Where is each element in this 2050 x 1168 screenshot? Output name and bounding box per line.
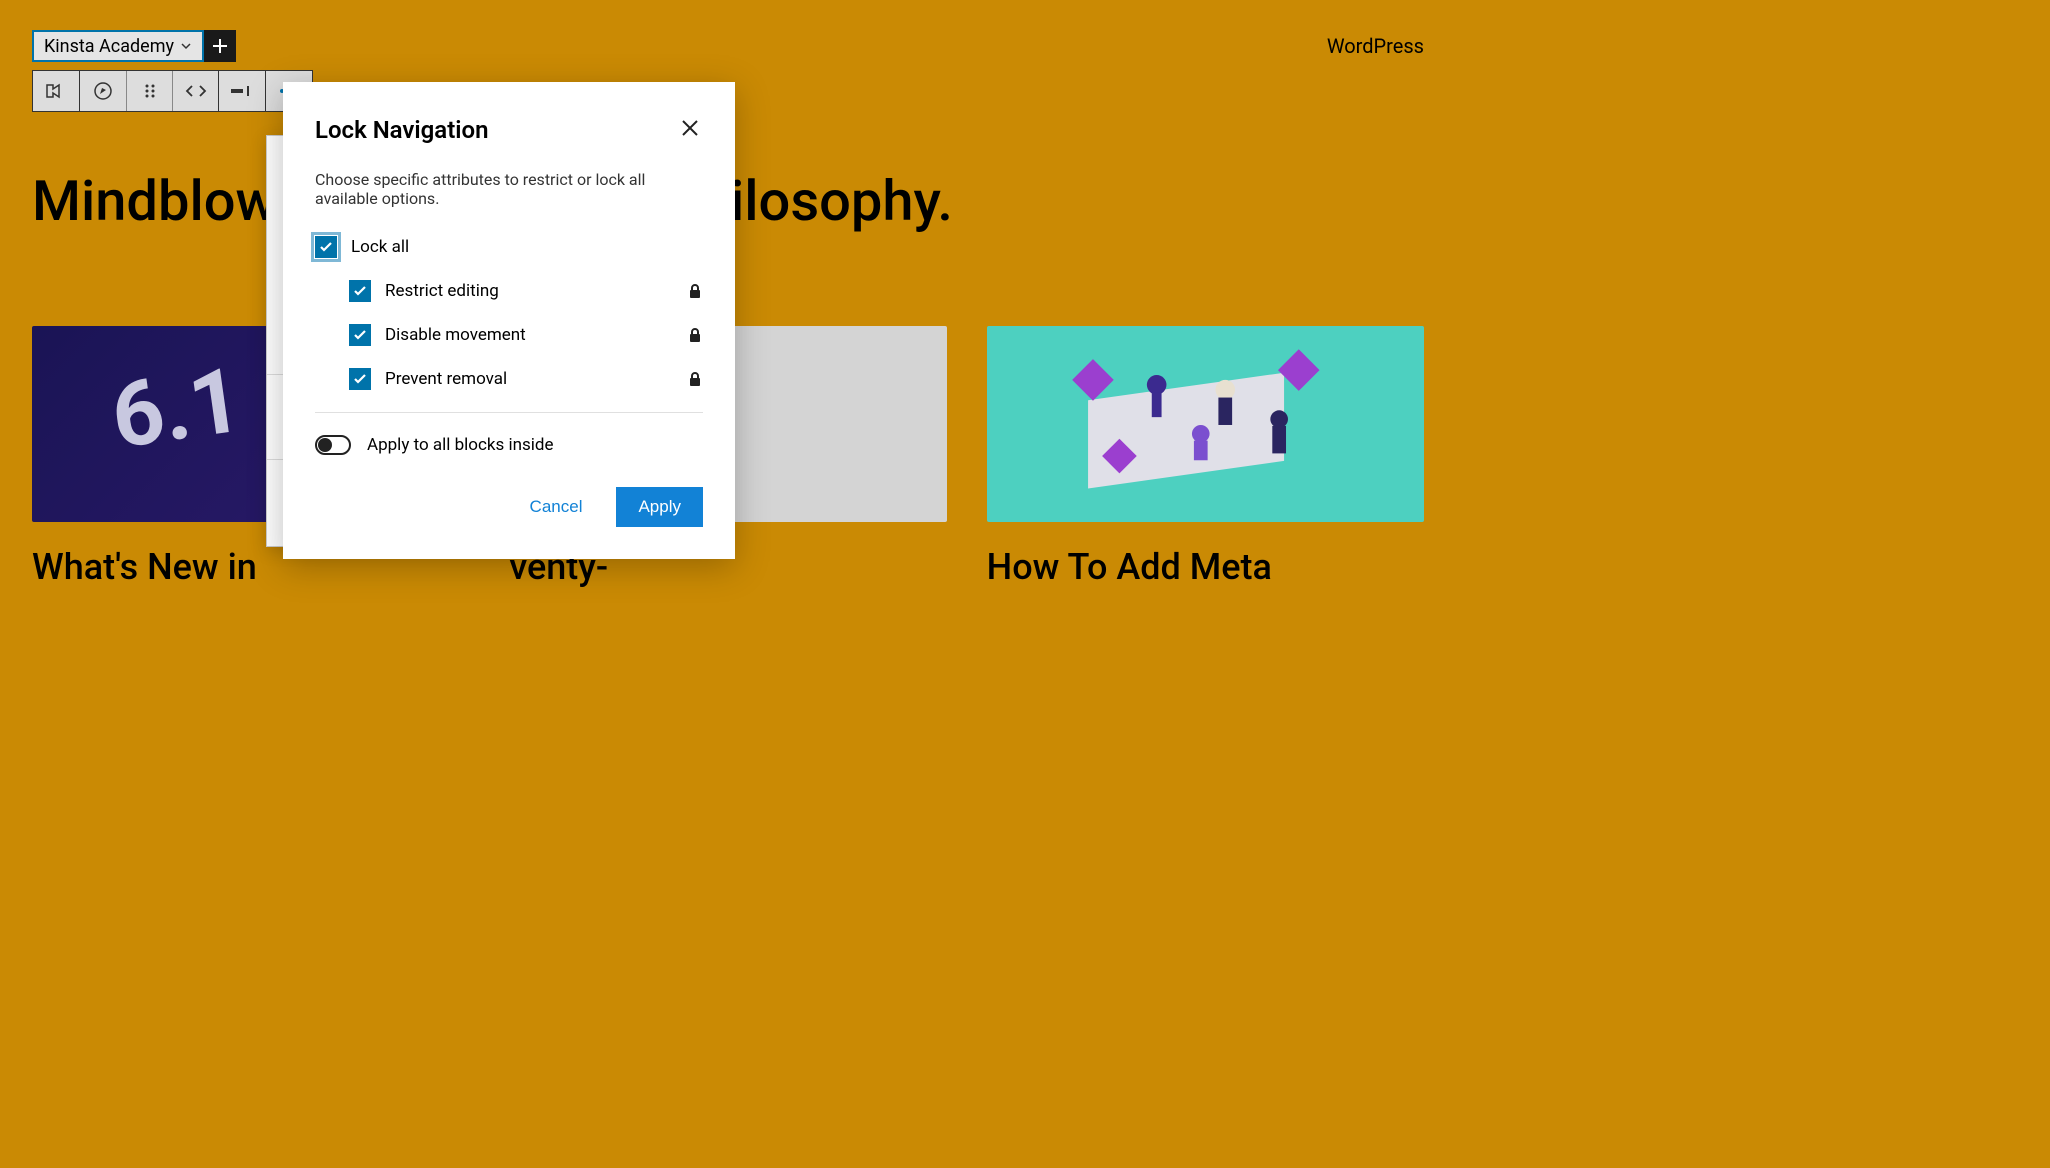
lock-navigation-modal: Lock Navigation Choose specific attribut… bbox=[283, 82, 735, 559]
close-icon bbox=[681, 119, 699, 137]
lock-all-label: Lock all bbox=[351, 237, 703, 257]
check-icon bbox=[353, 372, 367, 386]
check-icon bbox=[319, 240, 333, 254]
block-toolbar bbox=[32, 70, 313, 112]
add-block-button[interactable] bbox=[204, 30, 236, 62]
nav-dropdown-label: Kinsta Academy bbox=[44, 36, 174, 57]
apply-inside-label: Apply to all blocks inside bbox=[367, 435, 703, 455]
plus-icon bbox=[211, 37, 229, 55]
drag-icon bbox=[144, 83, 156, 99]
prevent-removal-checkbox[interactable] bbox=[349, 368, 371, 390]
decorative-graphic: 6.1 bbox=[105, 348, 248, 470]
chevron-down-icon bbox=[180, 40, 192, 52]
prevent-removal-label: Prevent removal bbox=[385, 369, 673, 389]
post-title: How To Add Meta bbox=[987, 546, 1424, 588]
restrict-editing-checkbox[interactable] bbox=[349, 280, 371, 302]
lock-icon bbox=[687, 283, 703, 299]
lock-icon bbox=[687, 327, 703, 343]
close-button[interactable] bbox=[677, 114, 703, 146]
compass-button[interactable] bbox=[80, 71, 126, 111]
navigation-block-icon bbox=[45, 83, 67, 99]
check-icon bbox=[353, 284, 367, 298]
lock-icon bbox=[687, 371, 703, 387]
modal-description: Choose specific attributes to restrict o… bbox=[315, 170, 703, 208]
toggle-knob bbox=[318, 438, 332, 452]
divider bbox=[315, 412, 703, 413]
justify-icon bbox=[231, 84, 253, 98]
block-type-button[interactable] bbox=[33, 71, 79, 111]
check-icon bbox=[353, 328, 367, 342]
cancel-button[interactable]: Cancel bbox=[512, 487, 601, 527]
modal-title: Lock Navigation bbox=[315, 116, 488, 144]
drag-handle[interactable] bbox=[126, 71, 172, 111]
disable-movement-checkbox[interactable] bbox=[349, 324, 371, 346]
move-buttons[interactable] bbox=[172, 71, 218, 111]
restrict-editing-label: Restrict editing bbox=[385, 281, 673, 301]
chevrons-icon bbox=[184, 83, 208, 99]
apply-inside-toggle[interactable] bbox=[315, 435, 351, 455]
decorative-graphic bbox=[987, 326, 1424, 522]
page-heading-suffix: ilosophy. bbox=[730, 168, 953, 234]
post-card[interactable]: How To Add Meta bbox=[987, 326, 1424, 588]
navigation-dropdown[interactable]: Kinsta Academy bbox=[32, 30, 204, 62]
disable-movement-label: Disable movement bbox=[385, 325, 673, 345]
brand-label: WordPress bbox=[1327, 34, 1424, 58]
justify-button[interactable] bbox=[219, 71, 265, 111]
compass-icon bbox=[93, 81, 113, 101]
apply-button[interactable]: Apply bbox=[616, 487, 703, 527]
post-thumbnail bbox=[987, 326, 1424, 522]
lock-all-checkbox[interactable] bbox=[315, 236, 337, 258]
